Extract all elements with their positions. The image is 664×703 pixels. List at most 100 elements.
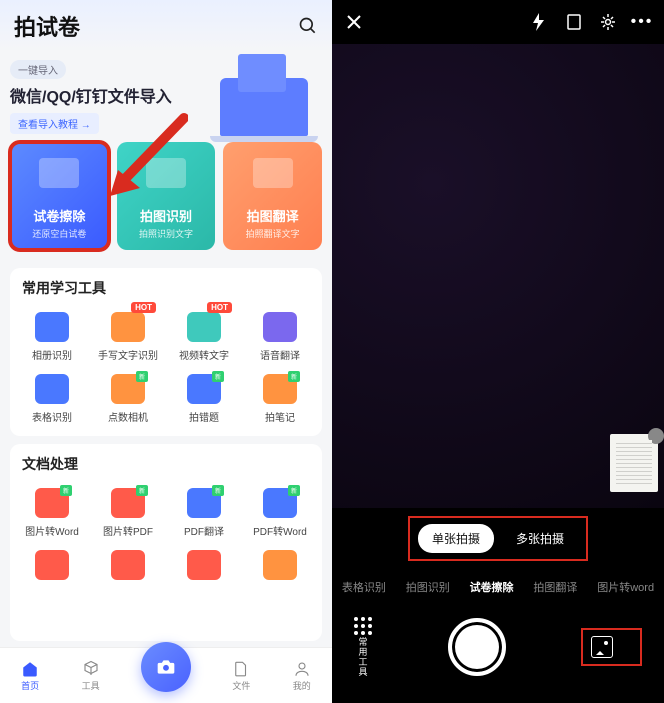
section-title: 常用学习工具 bbox=[14, 278, 318, 306]
import-banner[interactable]: 一键导入 微信/QQ/钉钉文件导入 查看导入教程 → bbox=[10, 52, 322, 142]
tool-item[interactable]: 新 PDF翻译 bbox=[166, 482, 242, 544]
doc-icon: 新 bbox=[263, 488, 297, 518]
camera-icon bbox=[155, 657, 177, 677]
tool-label: 视频转文字 bbox=[179, 347, 229, 362]
tool-item[interactable] bbox=[166, 544, 242, 591]
card-title: 拍图识别 bbox=[140, 206, 192, 225]
tool-label: 语音翻译 bbox=[260, 347, 300, 362]
banner-pill: 一键导入 bbox=[10, 60, 66, 79]
mode-multi[interactable]: 多张拍摄 bbox=[502, 524, 578, 553]
tool-icon bbox=[35, 312, 69, 342]
gallery-label: 图库 bbox=[619, 637, 632, 657]
tool-label: 手写文字识别 bbox=[98, 347, 158, 362]
tool-label: 拍错题 bbox=[189, 409, 219, 424]
grid-icon bbox=[354, 617, 372, 635]
search-icon[interactable] bbox=[298, 16, 318, 36]
paper-icon bbox=[39, 158, 79, 188]
doc-icon bbox=[263, 550, 297, 580]
mode-item[interactable]: 拍图识别 bbox=[406, 579, 450, 595]
card-sub: 拍照识别文字 bbox=[139, 227, 193, 240]
tool-icon bbox=[187, 312, 221, 342]
preview-thumbnail[interactable] bbox=[610, 434, 658, 492]
tool-label: PDF翻译 bbox=[184, 523, 224, 538]
feature-cards: 试卷擦除 还原空白试卷 拍图识别 拍照识别文字 拍图翻译 拍照翻译文字 bbox=[0, 142, 332, 260]
tool-item[interactable]: 相册识别 bbox=[14, 306, 90, 368]
toolbox-button[interactable]: 常用工具 bbox=[354, 617, 372, 677]
tab-home[interactable]: 首页 bbox=[20, 660, 40, 692]
card-translate[interactable]: 拍图翻译 拍照翻译文字 bbox=[223, 142, 322, 250]
tool-item[interactable]: 新点数相机 bbox=[90, 368, 166, 430]
tool-label: 相册识别 bbox=[32, 347, 72, 362]
tool-label: 表格识别 bbox=[32, 409, 72, 424]
gallery-icon bbox=[591, 636, 613, 658]
bottom-tabbar: 首页 工具 文件 我的 bbox=[0, 647, 332, 703]
card-erase-paper[interactable]: 试卷擦除 还原空白试卷 bbox=[10, 142, 109, 250]
section-title: 文档处理 bbox=[14, 454, 318, 482]
tool-item[interactable]: HOT手写文字识别 bbox=[90, 306, 166, 368]
shutter-button[interactable] bbox=[448, 618, 506, 676]
tool-item[interactable] bbox=[90, 544, 166, 591]
gallery-button[interactable]: 图库 bbox=[581, 628, 642, 666]
app-left-pane: 拍试卷 一键导入 微信/QQ/钉钉文件导入 查看导入教程 → 试卷擦除 还原空白… bbox=[0, 0, 332, 703]
tool-item[interactable]: 新PDF转Word bbox=[242, 482, 318, 544]
card-sub: 还原空白试卷 bbox=[32, 227, 86, 240]
tool-icon bbox=[263, 312, 297, 342]
camera-modes-row[interactable]: 表格识别 拍图识别 试卷擦除 拍图翻译 图片转word bbox=[332, 569, 664, 605]
user-icon bbox=[292, 660, 312, 678]
shot-mode-toggle: 单张拍摄 多张拍摄 bbox=[408, 516, 588, 561]
ratio-icon[interactable] bbox=[564, 12, 584, 32]
camera-topbar: ••• bbox=[332, 0, 664, 44]
tool-icon bbox=[35, 374, 69, 404]
mode-item[interactable]: 图片转word bbox=[597, 579, 654, 595]
camera-pane: ••• 单张拍摄 多张拍摄 表格识别 拍图识别 试卷擦除 拍图翻译 图片转wor… bbox=[332, 0, 664, 703]
settings-icon[interactable] bbox=[598, 12, 618, 32]
doc-icon: 新 bbox=[187, 488, 221, 518]
tool-item[interactable]: 新拍笔记 bbox=[242, 368, 318, 430]
tool-icon: 新 bbox=[263, 374, 297, 404]
toolbox-label: 常用工具 bbox=[357, 637, 370, 677]
section-document-tools: 文档处理 新图片转Word新图片转PDF新PDF翻译新PDF转Word bbox=[10, 444, 322, 641]
tool-item[interactable]: 新图片转PDF bbox=[90, 482, 166, 544]
tool-item[interactable] bbox=[242, 544, 318, 591]
camera-controls: 常用工具 图库 bbox=[332, 605, 664, 703]
doc-icon: 新 bbox=[35, 488, 69, 518]
tab-label: 文件 bbox=[232, 679, 250, 692]
mode-item-active[interactable]: 试卷擦除 bbox=[470, 579, 514, 595]
tool-icon bbox=[111, 312, 145, 342]
doc-icon bbox=[35, 550, 69, 580]
close-icon[interactable] bbox=[344, 12, 364, 32]
tab-label: 工具 bbox=[82, 679, 100, 692]
tool-item[interactable]: 新拍错题 bbox=[166, 368, 242, 430]
tool-item[interactable]: 表格识别 bbox=[14, 368, 90, 430]
card-sub: 拍照翻译文字 bbox=[246, 227, 300, 240]
mode-item[interactable]: 表格识别 bbox=[342, 579, 386, 595]
app-title: 拍试卷 bbox=[14, 10, 288, 42]
tool-icon: 新 bbox=[111, 374, 145, 404]
tab-profile[interactable]: 我的 bbox=[292, 660, 312, 692]
tab-files[interactable]: 文件 bbox=[231, 660, 251, 692]
camera-viewfinder[interactable] bbox=[332, 44, 664, 508]
mode-item[interactable]: 拍图翻译 bbox=[533, 579, 577, 595]
cube-icon bbox=[81, 660, 101, 678]
doc-icon bbox=[187, 550, 221, 580]
flash-icon[interactable] bbox=[530, 12, 550, 32]
banner-link[interactable]: 查看导入教程 → bbox=[10, 113, 99, 134]
tool-label: 拍笔记 bbox=[265, 409, 295, 424]
banner-illustration bbox=[201, 52, 316, 140]
tab-label: 首页 bbox=[21, 679, 39, 692]
tool-label: 图片转PDF bbox=[103, 523, 153, 538]
camera-button[interactable] bbox=[141, 642, 191, 692]
tool-item[interactable]: 新图片转Word bbox=[14, 482, 90, 544]
more-icon[interactable]: ••• bbox=[632, 12, 652, 32]
tab-tools[interactable]: 工具 bbox=[81, 660, 101, 692]
file-icon bbox=[231, 660, 251, 678]
tool-icon: 新 bbox=[187, 374, 221, 404]
tool-item[interactable] bbox=[14, 544, 90, 591]
doc-icon bbox=[111, 550, 145, 580]
tool-item[interactable]: 语音翻译 bbox=[242, 306, 318, 368]
section-learning-tools: 常用学习工具 相册识别 HOT手写文字识别HOT视频转文字语音翻译表格识别 新点数相… bbox=[10, 268, 322, 436]
tool-item[interactable]: HOT视频转文字 bbox=[166, 306, 242, 368]
mode-single[interactable]: 单张拍摄 bbox=[418, 524, 494, 553]
card-title: 试卷擦除 bbox=[33, 206, 85, 225]
card-ocr[interactable]: 拍图识别 拍照识别文字 bbox=[117, 142, 216, 250]
